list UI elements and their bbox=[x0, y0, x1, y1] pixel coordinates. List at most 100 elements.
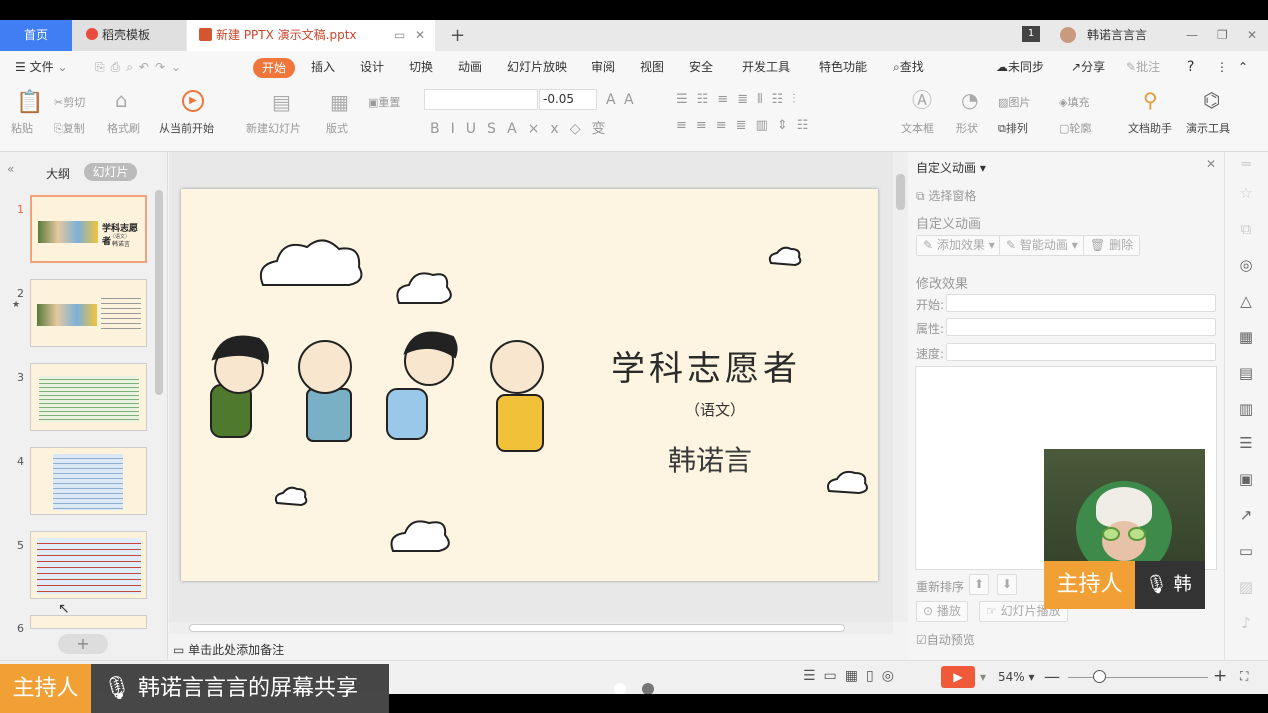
paste-button[interactable]: 粘贴 bbox=[11, 120, 33, 136]
play-from-current-icon[interactable]: ▶ bbox=[182, 90, 204, 112]
textbox-icon[interactable]: Ⓐ bbox=[912, 90, 932, 110]
tab-daoke[interactable]: 稻壳模板 bbox=[72, 20, 186, 51]
property-select[interactable] bbox=[946, 318, 1216, 336]
grid-icon[interactable]: ▤ bbox=[1237, 364, 1255, 382]
textbox-button[interactable]: 文本框 bbox=[901, 120, 934, 136]
comment-button[interactable]: ✎批注 bbox=[1126, 51, 1160, 84]
menu-devtools[interactable]: 开发工具 bbox=[742, 51, 790, 84]
location-pin-icon[interactable]: ◎ bbox=[1237, 256, 1255, 274]
paragraph-icons-row2[interactable]: ≡≡≡≣▥⇕☷ bbox=[676, 118, 817, 133]
format-brush-icon[interactable]: ⌂ bbox=[115, 90, 128, 110]
slide-main[interactable]: 学科志愿者 （语文） 韩诺言 bbox=[181, 189, 878, 581]
paragraph-icons-row1[interactable]: ☰☷≡≣⫴☷⫶ bbox=[676, 92, 804, 107]
add-effect-button[interactable]: ✎ 添加效果 ▾ bbox=[916, 235, 1002, 256]
picture-button[interactable]: ▨图片 bbox=[998, 94, 1030, 110]
menu-transition[interactable]: 切换 bbox=[409, 51, 433, 84]
add-slide-button[interactable]: + bbox=[58, 634, 108, 654]
slide-subtitle[interactable]: （语文） bbox=[685, 399, 745, 420]
selection-pane-link[interactable]: ⧉ 选择窗格 bbox=[916, 187, 976, 204]
font-name-input[interactable] bbox=[424, 89, 538, 110]
menu-features[interactable]: 特色功能 bbox=[819, 51, 867, 84]
panel-close-icon[interactable]: ✕ bbox=[1206, 157, 1216, 171]
view-mode-icons[interactable]: ☰▭▦▯◎ bbox=[803, 668, 902, 684]
menu-view[interactable]: 视图 bbox=[640, 51, 664, 84]
delete-button[interactable]: 🗑 删除 bbox=[1083, 235, 1141, 256]
picture-icon[interactable]: ▨ bbox=[1237, 578, 1255, 596]
format-painter-button[interactable]: 格式刷 bbox=[107, 120, 140, 136]
tab-monitor-icon[interactable]: ▭ bbox=[394, 20, 405, 51]
canvas-hscrollbar[interactable] bbox=[169, 622, 893, 634]
quick-access-icons[interactable]: ⎘⎙⌕↶↷⌄ bbox=[95, 51, 187, 84]
slide-thumbnail-2[interactable] bbox=[30, 279, 147, 347]
paste-icon[interactable]: 📋 bbox=[16, 92, 43, 114]
play-slideshow-button[interactable]: ▶ bbox=[941, 666, 975, 688]
speed-select[interactable] bbox=[946, 343, 1216, 361]
slide-title[interactable]: 学科志愿者 bbox=[611, 341, 801, 390]
layout-icon[interactable]: ▦ bbox=[330, 92, 349, 112]
font-size-input[interactable]: -0.05 bbox=[539, 89, 597, 110]
canvas-vscrollbar[interactable] bbox=[893, 152, 908, 622]
copy-layers-icon[interactable]: ⧉ bbox=[1237, 220, 1255, 238]
menu-slideshow[interactable]: 幻灯片放映 bbox=[507, 51, 567, 84]
tab-slides[interactable]: 幻灯片 bbox=[84, 163, 137, 181]
menu-animation[interactable]: 动画 bbox=[458, 51, 482, 84]
bar-chart-icon[interactable]: ▥ bbox=[1237, 400, 1255, 418]
menu-start[interactable]: 开始 bbox=[253, 58, 295, 78]
panel-header[interactable]: 自定义动画 ▾ bbox=[916, 159, 986, 176]
more-icon[interactable]: ⋮ bbox=[1216, 51, 1228, 84]
slide-author[interactable]: 韩诺言 bbox=[668, 439, 752, 479]
collapse-ribbon-icon[interactable]: ⌃ bbox=[1238, 51, 1248, 84]
slide-thumbnail-6[interactable] bbox=[30, 615, 147, 629]
start-select[interactable] bbox=[946, 294, 1216, 312]
outline-button[interactable]: ▢轮廓 bbox=[1059, 120, 1091, 136]
audio-icon[interactable]: ♪ bbox=[1237, 614, 1255, 632]
zoom-slider-handle[interactable] bbox=[1093, 670, 1106, 683]
layout-button[interactable]: 版式 bbox=[326, 120, 348, 136]
tab-close-icon[interactable]: ✕ bbox=[415, 20, 425, 51]
close-window-icon[interactable]: ✕ bbox=[1247, 20, 1257, 51]
sliders-icon[interactable]: ☰ bbox=[1237, 434, 1255, 452]
menu-insert[interactable]: 插入 bbox=[311, 51, 335, 84]
new-slide-button[interactable]: 新建幻灯片 bbox=[246, 120, 301, 136]
slide-thumbnail-1[interactable]: 学科志愿者 （语文） 韩诺言 bbox=[30, 195, 147, 263]
fit-window-icon[interactable]: ⛶ bbox=[1240, 669, 1248, 684]
text-format-icons[interactable]: BIUSA×x◇变 bbox=[430, 118, 617, 138]
reset-button[interactable]: ▣重置 bbox=[368, 94, 400, 110]
tab-document[interactable]: 新建 PPTX 演示文稿.pptx ▭ ✕ bbox=[187, 20, 435, 51]
present-tool-icon[interactable]: ⌬ bbox=[1203, 90, 1220, 110]
slide-thumbnail-5[interactable] bbox=[30, 531, 147, 599]
arrange-button[interactable]: ⧉排列 bbox=[998, 120, 1028, 136]
new-slide-icon[interactable]: ▤ bbox=[272, 92, 291, 112]
slide-list-scrollbar[interactable] bbox=[155, 190, 163, 395]
share-button[interactable]: ↗分享 bbox=[1071, 51, 1105, 84]
star-icon[interactable]: ☆ bbox=[1237, 184, 1255, 202]
play-options-icon[interactable]: ▾ bbox=[980, 670, 986, 684]
user-avatar[interactable] bbox=[1060, 27, 1076, 43]
sidebar-handle-icon[interactable]: ═ bbox=[1237, 155, 1255, 173]
shape-icon[interactable]: △ bbox=[1237, 292, 1255, 310]
auto-preview-checkbox[interactable]: ☑自动预览 bbox=[916, 631, 975, 648]
minimize-icon[interactable]: — bbox=[1186, 20, 1198, 51]
zoom-level[interactable]: 54% ▾ bbox=[998, 670, 1035, 684]
hscroll-thumb[interactable] bbox=[189, 624, 845, 632]
doc-helper-button[interactable]: 文档助手 bbox=[1128, 120, 1172, 136]
smart-animation-button[interactable]: ✎ 智能动画 ▾ bbox=[999, 235, 1085, 256]
slide-thumbnail-4[interactable] bbox=[30, 447, 147, 515]
cut-button[interactable]: ✂剪切 bbox=[54, 94, 85, 110]
menu-security[interactable]: 安全 bbox=[689, 51, 713, 84]
table-icon[interactable]: ▦ bbox=[1237, 328, 1255, 346]
export-icon[interactable]: ↗ bbox=[1237, 506, 1255, 524]
shape-icon[interactable]: ◔ bbox=[961, 90, 978, 110]
present-tool-button[interactable]: 演示工具 bbox=[1186, 120, 1230, 136]
search-menu[interactable]: ⌕查找 bbox=[893, 51, 924, 84]
copy-button[interactable]: ⎘复制 bbox=[54, 120, 85, 136]
archive-icon[interactable]: ▭ bbox=[1237, 542, 1255, 560]
slide-thumbnail-3[interactable] bbox=[30, 363, 147, 431]
move-up-icon[interactable]: ⬆ bbox=[969, 574, 990, 595]
menu-design[interactable]: 设计 bbox=[360, 51, 384, 84]
doc-helper-icon[interactable]: ⚲ bbox=[1143, 90, 1158, 110]
menu-review[interactable]: 审阅 bbox=[591, 51, 615, 84]
image-search-icon[interactable]: ▣ bbox=[1237, 470, 1255, 488]
move-down-icon[interactable]: ⬇ bbox=[997, 574, 1018, 595]
from-current-button[interactable]: 从当前开始 bbox=[159, 120, 214, 136]
